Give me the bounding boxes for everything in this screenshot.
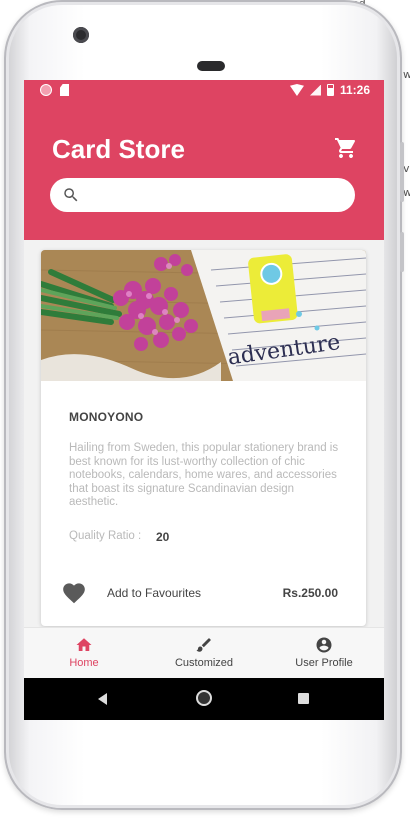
battery-icon [326, 84, 334, 96]
background-text-fragment: w [403, 186, 410, 199]
brush-icon [196, 638, 211, 652]
search-input[interactable] [88, 187, 355, 203]
product-price: Rs.250.00 [282, 586, 338, 600]
volume-button [400, 142, 404, 202]
product-description: Hailing from Sweden, this popular statio… [69, 442, 339, 508]
sd-card-icon [60, 84, 69, 96]
product-image: adventure [41, 250, 366, 381]
product-name: MONOYONO [69, 410, 144, 424]
nav-item-home[interactable]: Home [24, 628, 144, 679]
earpiece-speaker [197, 61, 225, 71]
favourite-button[interactable] [61, 580, 87, 604]
product-card[interactable]: adventure MONOYONO Hailing from Sweden, … [41, 250, 366, 626]
nav-item-user-profile[interactable]: User Profile [264, 628, 384, 679]
nav-label-home: Home [69, 657, 99, 669]
wifi-icon [289, 84, 304, 96]
nav-label-user-profile: User Profile [295, 657, 353, 669]
quality-label: Quality Ratio : [69, 530, 142, 542]
notification-dot-icon [40, 84, 52, 96]
heart-icon [63, 583, 85, 604]
quality-value: 20 [156, 530, 170, 544]
shopping-cart-icon [335, 138, 356, 158]
page-title: Card Store [52, 134, 185, 164]
power-button [400, 232, 404, 272]
signal-icon [309, 84, 321, 96]
app-bar: Card Store [24, 100, 384, 240]
recents-icon[interactable] [298, 693, 309, 704]
system-navigation-bar [24, 678, 384, 720]
bottom-navigation: Home Customized User Profile [24, 627, 384, 679]
home-button-icon[interactable] [196, 690, 212, 706]
status-bar: 11:26 [24, 80, 384, 100]
back-icon[interactable] [98, 693, 107, 705]
status-time: 11:26 [339, 83, 370, 97]
search-bar[interactable] [50, 178, 355, 212]
nav-label-customized: Customized [174, 657, 234, 669]
cart-button[interactable] [334, 136, 358, 160]
account-circle-icon [316, 637, 332, 653]
app-screen: 11:26 Card Store adventure MONOYONO Hail… [24, 80, 384, 720]
front-camera [73, 27, 89, 43]
background-text-fragment: w [403, 68, 410, 81]
home-icon [76, 638, 92, 651]
add-to-favourites-label[interactable]: Add to Favourites [107, 586, 201, 600]
nav-item-customized[interactable]: Customized [144, 628, 264, 679]
search-icon [64, 188, 78, 202]
